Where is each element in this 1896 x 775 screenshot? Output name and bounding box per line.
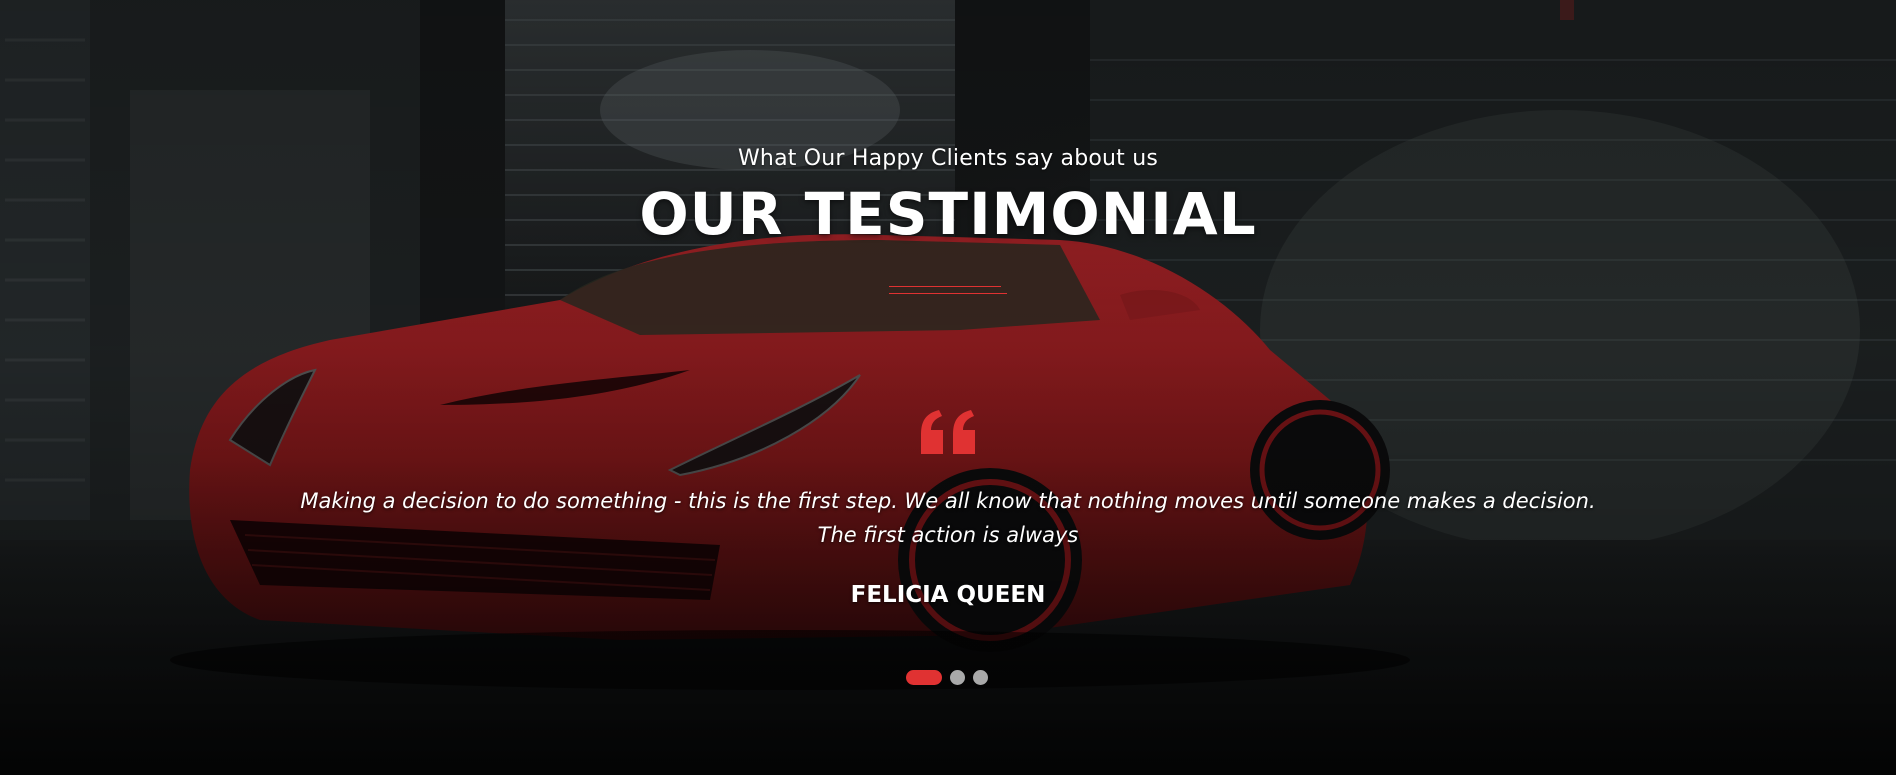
testimonial-quote: Making a decision to do something - this…	[300, 489, 1596, 547]
section-title: OUR TESTIMONIAL	[639, 180, 1257, 248]
carousel-dot-2[interactable]	[950, 669, 965, 685]
carousel-pagination	[906, 669, 988, 685]
title-divider-top	[889, 286, 1001, 287]
carousel-dot-1[interactable]	[906, 669, 942, 685]
title-divider-bottom	[889, 293, 1007, 294]
testimonial-section: What Our Happy Clients say about us OUR …	[0, 0, 1896, 775]
client-name: FELICIA QUEEN	[850, 582, 1046, 608]
testimonial-content: What Our Happy Clients say about us OUR …	[0, 0, 1896, 775]
quote-icon	[921, 410, 975, 454]
carousel-dot-3[interactable]	[973, 669, 988, 685]
section-subtitle: What Our Happy Clients say about us	[737, 146, 1159, 171]
